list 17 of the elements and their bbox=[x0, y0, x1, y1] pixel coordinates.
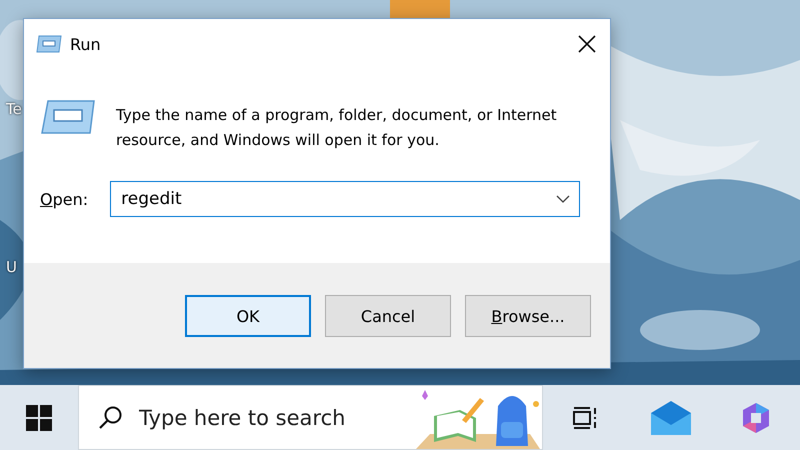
dropdown-icon[interactable] bbox=[556, 195, 570, 203]
cancel-button[interactable]: Cancel bbox=[325, 295, 451, 337]
close-button[interactable] bbox=[576, 33, 598, 55]
run-icon bbox=[36, 35, 62, 53]
task-view-icon[interactable] bbox=[572, 406, 598, 428]
open-label: Open: bbox=[40, 190, 88, 208]
mail-icon[interactable] bbox=[650, 400, 690, 434]
windows-logo-icon[interactable] bbox=[26, 404, 52, 430]
ok-button[interactable]: OK bbox=[185, 295, 311, 337]
desktop-icon-label[interactable]: U bbox=[6, 258, 17, 276]
instruction-text: Type the name of a program, folder, document, or Internet resource, and Windows will open it for you. bbox=[116, 105, 558, 151]
open-field[interactable]: regedit bbox=[110, 181, 580, 217]
search-icon[interactable] bbox=[97, 404, 123, 430]
window-title: Run bbox=[70, 34, 102, 54]
browse-button[interactable]: Browse... bbox=[465, 295, 591, 337]
search-field[interactable]: Type here to search bbox=[137, 404, 401, 430]
run-icon bbox=[40, 99, 96, 135]
